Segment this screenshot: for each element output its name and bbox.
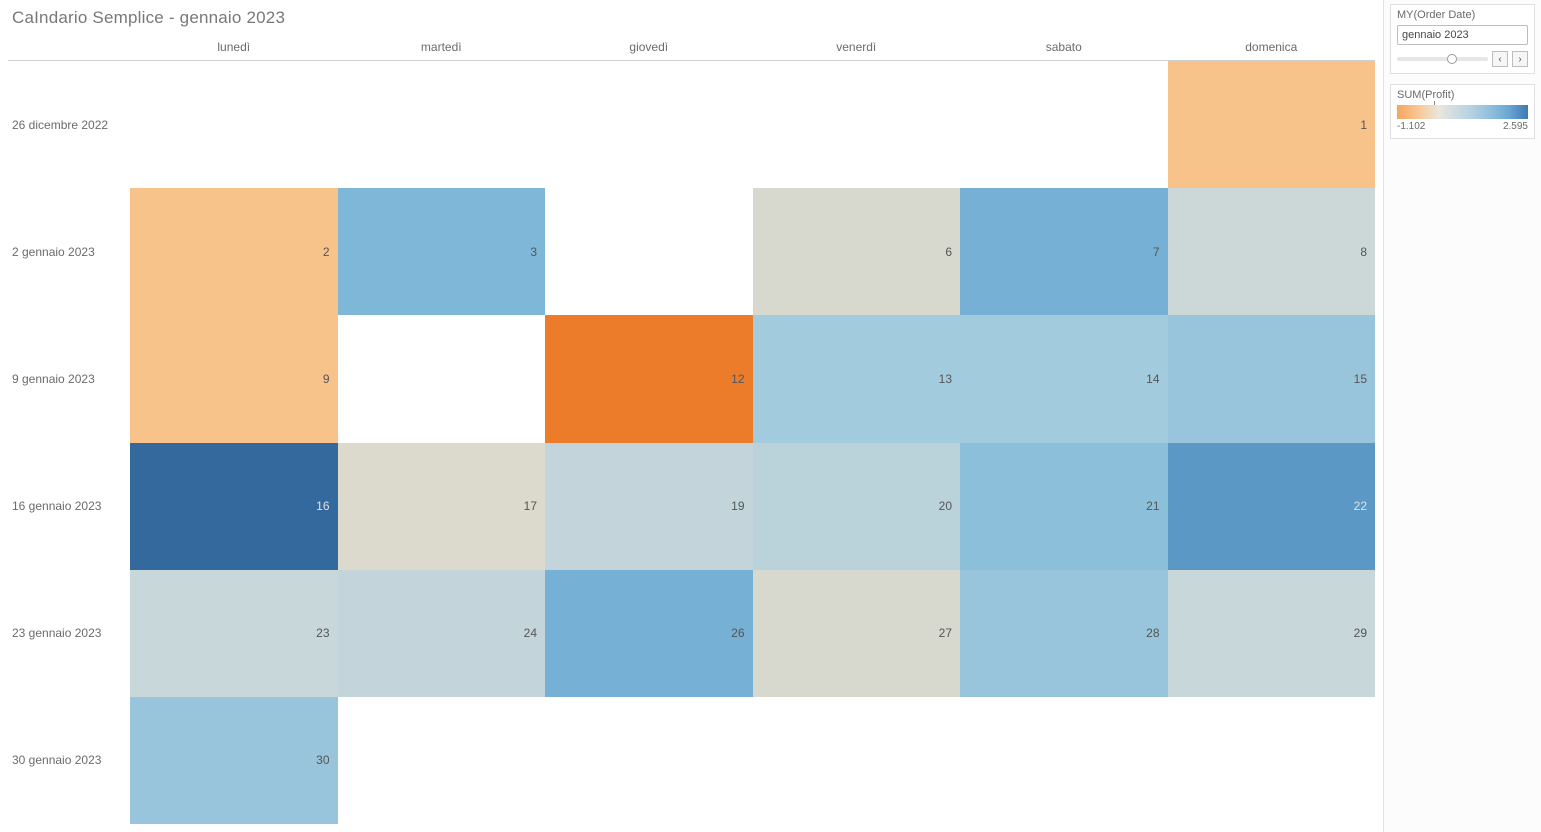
calendar-cell xyxy=(960,61,1168,188)
column-header: giovedì xyxy=(545,34,753,60)
column-header: venerdì xyxy=(753,34,961,60)
calendar-cell[interactable]: 14 xyxy=(960,315,1168,442)
filter-card: MY(Order Date) gennaio 2023 ‹ › xyxy=(1390,4,1535,74)
calendar-cell xyxy=(753,697,961,824)
calendar-cell[interactable]: 20 xyxy=(753,443,961,570)
column-header: sabato xyxy=(960,34,1168,60)
calendar-cell[interactable]: 12 xyxy=(545,315,753,442)
legend-title: SUM(Profit) xyxy=(1397,89,1528,101)
month-slider[interactable] xyxy=(1397,57,1488,61)
calendar-cell[interactable]: 2 xyxy=(130,188,338,315)
calendar-cell[interactable]: 1 xyxy=(1168,61,1376,188)
row-header: 23 gennaio 2023 xyxy=(8,570,129,697)
calendar-cell xyxy=(338,61,546,188)
row-header: 26 dicembre 2022 xyxy=(8,61,129,188)
calendar-cell[interactable]: 3 xyxy=(338,188,546,315)
legend-min: -1.102 xyxy=(1397,121,1425,132)
table-row: 1 xyxy=(130,61,1375,188)
calendar-cell[interactable]: 27 xyxy=(753,570,961,697)
calendar-cell[interactable]: 8 xyxy=(1168,188,1376,315)
chevron-right-icon: › xyxy=(1518,54,1521,65)
calendar-cell[interactable]: 7 xyxy=(960,188,1168,315)
calendar-cell xyxy=(960,697,1168,824)
side-panel: MY(Order Date) gennaio 2023 ‹ › SUM(Prof… xyxy=(1383,0,1541,832)
table-row: 9 12131415 xyxy=(130,315,1375,442)
calendar-cell[interactable]: 28 xyxy=(960,570,1168,697)
table-row: 232426272829 xyxy=(130,570,1375,697)
prev-month-button[interactable]: ‹ xyxy=(1492,51,1508,67)
row-header: 2 gennaio 2023 xyxy=(8,188,129,315)
column-headers: lunedìmartedìgiovedìvenerdìsabatodomenic… xyxy=(8,34,1375,61)
legend-gradient xyxy=(1397,105,1528,119)
chevron-left-icon: ‹ xyxy=(1498,54,1501,65)
month-year-value: gennaio 2023 xyxy=(1402,29,1469,41)
calendar-cell[interactable]: 26 xyxy=(545,570,753,697)
slider-handle-icon[interactable] xyxy=(1447,54,1457,64)
month-year-select[interactable]: gennaio 2023 xyxy=(1397,25,1528,45)
calendar-cell[interactable]: 29 xyxy=(1168,570,1376,697)
calendar-cell[interactable]: 15 xyxy=(1168,315,1376,442)
column-header: lunedì xyxy=(130,34,338,60)
chart-area: CaIndario Semplice - gennaio 2023 lunedì… xyxy=(0,0,1383,832)
table-row: 161719202122 xyxy=(130,443,1375,570)
table-row: 23 678 xyxy=(130,188,1375,315)
calendar-cell[interactable]: 17 xyxy=(338,443,546,570)
calendar-cell[interactable]: 30 xyxy=(130,697,338,824)
calendar-cell[interactable]: 22 xyxy=(1168,443,1376,570)
chart-title: CaIndario Semplice - gennaio 2023 xyxy=(12,8,1375,28)
calendar-cell xyxy=(338,697,546,824)
next-month-button[interactable]: › xyxy=(1512,51,1528,67)
calendar-cell[interactable]: 19 xyxy=(545,443,753,570)
calendar-cell[interactable]: 13 xyxy=(753,315,961,442)
calendar-cell[interactable]: 21 xyxy=(960,443,1168,570)
heatmap-grid: 1236789121314151617192021222324262728293… xyxy=(130,61,1375,824)
legend-card: SUM(Profit) -1.102 2.595 xyxy=(1390,84,1535,139)
table-row: 30 xyxy=(130,697,1375,824)
row-header: 9 gennaio 2023 xyxy=(8,315,129,442)
calendar-cell[interactable]: 23 xyxy=(130,570,338,697)
calendar-cell xyxy=(545,697,753,824)
column-header: domenica xyxy=(1168,34,1376,60)
row-header: 30 gennaio 2023 xyxy=(8,697,129,824)
calendar-cell xyxy=(130,61,338,188)
calendar-cell xyxy=(753,61,961,188)
legend-max: 2.595 xyxy=(1503,121,1528,132)
calendar-cell[interactable]: 6 xyxy=(753,188,961,315)
calendar-cell xyxy=(545,188,753,315)
calendar-cell xyxy=(1168,697,1376,824)
calendar-cell xyxy=(545,61,753,188)
legend-zero-tick-icon xyxy=(1434,101,1435,105)
calendar-cell[interactable]: 9 xyxy=(130,315,338,442)
column-header: martedì xyxy=(338,34,546,60)
calendar-cell xyxy=(338,315,546,442)
row-header: 16 gennaio 2023 xyxy=(8,443,129,570)
calendar-cell[interactable]: 16 xyxy=(130,443,338,570)
calendar-cell[interactable]: 24 xyxy=(338,570,546,697)
filter-title: MY(Order Date) xyxy=(1397,9,1528,21)
row-headers: 26 dicembre 20222 gennaio 20239 gennaio … xyxy=(8,61,130,824)
